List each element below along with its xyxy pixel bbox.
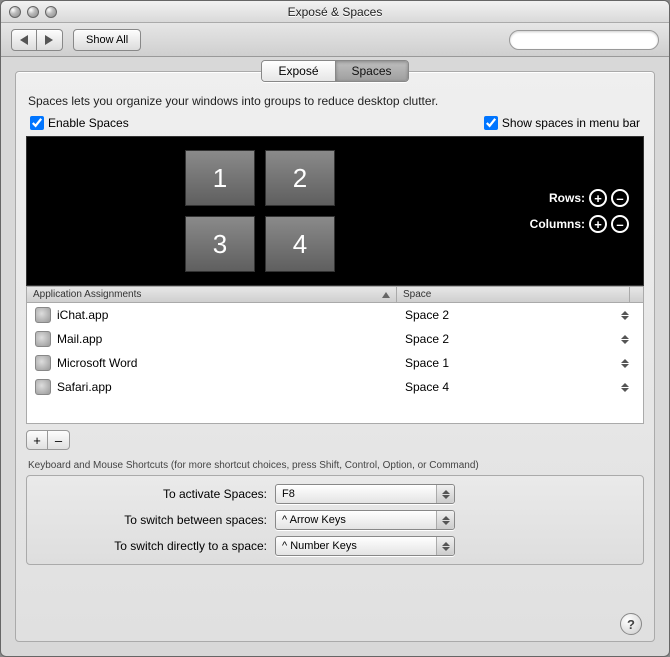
space-stepper[interactable] — [621, 335, 631, 344]
prefs-window: Exposé & Spaces Show All Exposé Spa — [0, 0, 670, 657]
direct-value: ^ Number Keys — [282, 540, 357, 552]
menubar-label: Show spaces in menu bar — [502, 116, 640, 130]
space-2[interactable]: 2 — [265, 150, 335, 206]
table-body: iChat.app Space 2 Mail.app S — [27, 303, 643, 423]
menubar-checkbox[interactable] — [484, 116, 498, 130]
zoom-button[interactable] — [45, 6, 57, 18]
tab-expose[interactable]: Exposé — [262, 61, 335, 81]
activate-value: F8 — [282, 488, 295, 500]
rows-add-button[interactable]: + — [589, 189, 607, 207]
back-button[interactable] — [11, 29, 37, 51]
shortcuts-box: To activate Spaces: F8 To switch between… — [26, 475, 644, 565]
add-remove-segment: + – — [26, 430, 644, 450]
space-stepper[interactable] — [621, 311, 631, 320]
activate-label: To activate Spaces: — [37, 487, 267, 501]
remove-app-button[interactable]: – — [48, 430, 70, 450]
app-icon — [35, 331, 51, 347]
space-value: Space 1 — [405, 356, 449, 370]
pane: Exposé Spaces Spaces lets you organize y… — [15, 71, 655, 642]
app-name: Microsoft Word — [57, 356, 137, 370]
table-header: Application Assignments Space — [27, 287, 643, 303]
minimize-button[interactable] — [27, 6, 39, 18]
sort-ascending-icon — [382, 292, 390, 298]
col-application-label: Application Assignments — [33, 289, 141, 300]
space-4[interactable]: 4 — [265, 216, 335, 272]
menubar-check[interactable]: Show spaces in menu bar — [484, 116, 640, 130]
scrollbar-header — [629, 287, 643, 302]
popup-arrows-icon — [436, 511, 454, 529]
space-3[interactable]: 3 — [185, 216, 255, 272]
space-1[interactable]: 1 — [185, 150, 255, 206]
nav-segment — [11, 29, 63, 51]
rows-control: Rows: + – — [549, 189, 629, 207]
table-row[interactable]: Microsoft Word Space 1 — [27, 351, 643, 375]
popup-arrows-icon — [436, 537, 454, 555]
rowcol-controls: Rows: + – Columns: + – — [485, 145, 635, 277]
enable-spaces-check[interactable]: Enable Spaces — [30, 116, 129, 130]
table-row[interactable]: iChat.app Space 2 — [27, 303, 643, 327]
switch-value: ^ Arrow Keys — [282, 514, 346, 526]
help-button[interactable]: ? — [620, 613, 642, 635]
add-app-button[interactable]: + — [26, 430, 48, 450]
titlebar: Exposé & Spaces — [1, 1, 669, 23]
search-wrap — [509, 30, 659, 50]
traffic-lights — [9, 6, 57, 18]
content-area: Exposé Spaces Spaces lets you organize y… — [1, 57, 669, 656]
app-icon — [35, 307, 51, 323]
close-button[interactable] — [9, 6, 21, 18]
space-stepper[interactable] — [621, 359, 631, 368]
app-icon — [35, 355, 51, 371]
app-assignments-table: Application Assignments Space iChat.app — [26, 286, 644, 424]
activate-popup[interactable]: F8 — [275, 484, 455, 504]
columns-label: Columns: — [530, 217, 585, 231]
space-stepper[interactable] — [621, 383, 631, 392]
description-text: Spaces lets you organize your windows in… — [28, 94, 642, 108]
app-name: Safari.app — [57, 380, 112, 394]
toolbar: Show All — [1, 23, 669, 57]
direct-row: To switch directly to a space: ^ Number … — [37, 536, 633, 556]
switch-label: To switch between spaces: — [37, 513, 267, 527]
table-row[interactable]: Safari.app Space 4 — [27, 375, 643, 399]
back-icon — [20, 35, 29, 45]
forward-icon — [45, 35, 54, 45]
app-icon — [35, 379, 51, 395]
shortcuts-heading: Keyboard and Mouse Shortcuts (for more s… — [28, 460, 642, 471]
columns-add-button[interactable]: + — [589, 215, 607, 233]
tab-spaces[interactable]: Spaces — [336, 61, 408, 81]
enable-spaces-checkbox[interactable] — [30, 116, 44, 130]
search-input[interactable] — [509, 30, 659, 50]
col-space-label: Space — [403, 289, 431, 300]
window-title: Exposé & Spaces — [1, 5, 669, 19]
checkbox-row: Enable Spaces Show spaces in menu bar — [30, 116, 640, 130]
app-name: iChat.app — [57, 308, 108, 322]
table-row[interactable]: Mail.app Space 2 — [27, 327, 643, 351]
rows-label: Rows: — [549, 191, 585, 205]
direct-label: To switch directly to a space: — [37, 539, 267, 553]
forward-button[interactable] — [37, 29, 63, 51]
rows-remove-button[interactable]: – — [611, 189, 629, 207]
space-value: Space 2 — [405, 332, 449, 346]
popup-arrows-icon — [436, 485, 454, 503]
space-value: Space 4 — [405, 380, 449, 394]
spaces-grid-wrap: 1 2 3 4 — [35, 145, 485, 277]
tab-bar: Exposé Spaces — [26, 60, 644, 82]
show-all-button[interactable]: Show All — [73, 29, 141, 51]
space-value: Space 2 — [405, 308, 449, 322]
col-application[interactable]: Application Assignments — [27, 287, 397, 302]
spaces-preview: 1 2 3 4 Rows: + – Columns: + – — [26, 136, 644, 286]
col-space[interactable]: Space — [397, 287, 629, 302]
direct-popup[interactable]: ^ Number Keys — [275, 536, 455, 556]
switch-row: To switch between spaces: ^ Arrow Keys — [37, 510, 633, 530]
enable-spaces-label: Enable Spaces — [48, 116, 129, 130]
switch-popup[interactable]: ^ Arrow Keys — [275, 510, 455, 530]
app-name: Mail.app — [57, 332, 102, 346]
spaces-grid: 1 2 3 4 — [185, 150, 335, 272]
columns-remove-button[interactable]: – — [611, 215, 629, 233]
activate-row: To activate Spaces: F8 — [37, 484, 633, 504]
columns-control: Columns: + – — [530, 215, 629, 233]
